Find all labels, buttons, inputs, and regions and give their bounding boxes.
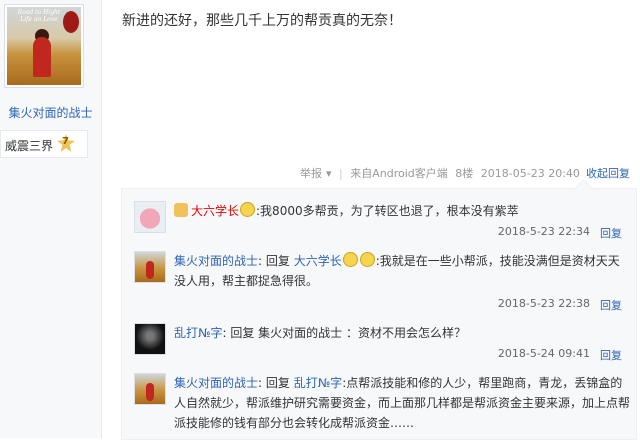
- author-sidebar: Road to Hight Life an Love 集火对面的战士 威震三界 …: [0, 0, 102, 438]
- reply-time: 2018-5-23 22:34: [497, 225, 590, 238]
- level-number: 7: [62, 136, 69, 147]
- reply-link[interactable]: 回复: [596, 225, 622, 241]
- reply-body: 乱打№字: 回复 集火对面的战士 ：资材不用会怎么样？: [174, 323, 630, 343]
- reply-link[interactable]: 回复: [596, 297, 622, 313]
- reply-avatar[interactable]: [134, 373, 166, 405]
- floor-number: 8楼: [455, 167, 474, 180]
- reply-item: 乱打№字: 回复 集火对面的战士 ：资材不用会怎么样？ 2018-5-24 09…: [134, 323, 630, 363]
- reply-time: 2018-5-24 09:41: [497, 347, 590, 360]
- flower-decoration: [63, 11, 79, 33]
- collapse-replies-link[interactable]: 收起回复: [586, 165, 630, 181]
- emoji-icon: [359, 252, 375, 267]
- post-meta: 举报 ▾ | 来自Android客户端 8楼 2018-05-23 20:40: [300, 165, 584, 181]
- vip-badge-icon: [174, 203, 188, 217]
- reply-username[interactable]: 大六学长: [191, 204, 239, 218]
- reply-body: 集火对面的战士: 回复 乱打№字:点帮派技能和修的人少，帮里跑商，青龙，丢锦盒的…: [174, 373, 630, 433]
- reply-username[interactable]: 乱打№字: [174, 326, 222, 340]
- badge-label: 威震三界: [5, 139, 54, 153]
- reply-prefix: : 回复: [258, 376, 294, 390]
- post-content: 新进的还好，那些几千上万的帮贡真的无奈！: [122, 13, 402, 29]
- emoji-icon: [240, 202, 256, 217]
- reply-username[interactable]: 集火对面的战士: [174, 376, 258, 390]
- post-time: 2018-05-23 20:40: [480, 167, 580, 180]
- figure-body: [33, 37, 51, 77]
- reply-target-user[interactable]: 乱打№字: [294, 376, 342, 390]
- reply-avatar[interactable]: [134, 251, 166, 283]
- author-username[interactable]: 集火对面的战士: [0, 104, 101, 121]
- reply-list: 大六学长 :我8000多帮贡，为了转区也退了，根本没有紫萃 2018-5-23 2…: [121, 188, 637, 440]
- reply-target-user[interactable]: 大六学长: [294, 254, 342, 268]
- reply-body: 集火对面的战士: 回复 大六学长:我就是在一些小帮派，技能没满但是资材天天没人用…: [174, 251, 630, 291]
- reply-text: : 回复 集火对面的战士 ：资材不用会怎么样？: [222, 326, 466, 340]
- reply-body: 大六学长 :我8000多帮贡，为了转区也退了，根本没有紫萃: [174, 201, 630, 221]
- reply-avatar[interactable]: [134, 323, 166, 355]
- pig-avatar-icon: [135, 202, 165, 232]
- avatar-image: Road to Hight Life an Love: [7, 7, 81, 85]
- chevron-down-icon[interactable]: ▾: [326, 167, 332, 180]
- reply-username[interactable]: 集火对面的战士: [174, 254, 258, 268]
- author-avatar[interactable]: Road to Hight Life an Love: [4, 4, 84, 88]
- reply-item: 集火对面的战士: 回复 乱打№字:点帮派技能和修的人少，帮里跑商，青龙，丢锦盒的…: [134, 373, 630, 437]
- reply-item: 集火对面的战士: 回复 大六学长:我就是在一些小帮派，技能没满但是资材天天没人用…: [134, 251, 630, 315]
- reply-time: 2018-5-23 22:38: [497, 297, 590, 310]
- dark-avatar-icon: [135, 324, 165, 354]
- reply-avatar[interactable]: [134, 201, 166, 233]
- report-link[interactable]: 举报: [300, 167, 322, 180]
- meta-divider: |: [339, 167, 343, 180]
- reply-link[interactable]: 回复: [596, 347, 622, 363]
- source-text[interactable]: 来自Android客户端: [350, 167, 448, 180]
- avatar-caption: Road to Hight Life an Love: [17, 9, 61, 23]
- author-badge[interactable]: 威震三界 7: [0, 130, 88, 158]
- emoji-icon: [342, 252, 358, 267]
- reply-text: :我8000多帮贡，为了转区也退了，根本没有紫萃: [256, 204, 519, 218]
- girl-avatar-icon: [135, 374, 165, 404]
- girl-avatar-icon: [135, 252, 165, 282]
- reply-prefix: : 回复: [258, 254, 294, 268]
- reply-item: 大六学长 :我8000多帮贡，为了转区也退了，根本没有紫萃 2018-5-23 2…: [134, 201, 630, 241]
